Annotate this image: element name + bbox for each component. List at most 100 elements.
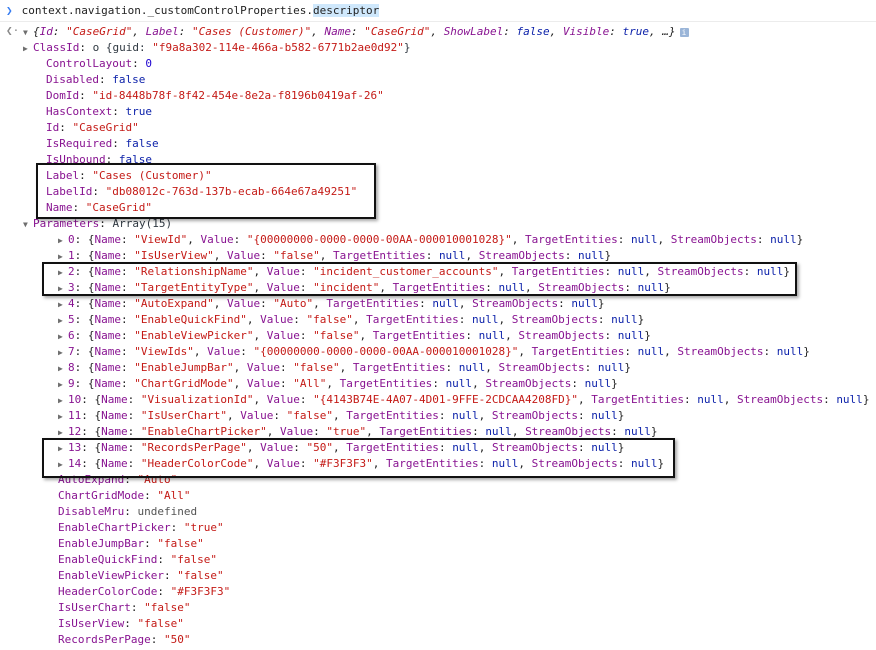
descriptor-summary[interactable]: ▼ {Id: "CaseGrid", Label: "Cases (Custome… [0, 24, 689, 40]
param-null: null [571, 297, 598, 310]
param-key: TargetEntities [372, 329, 466, 342]
expand-triangle-icon[interactable]: ▶ [23, 41, 33, 57]
property-row-classid[interactable]: ▶ ClassId: o {guid: "f9a8a302-114e-466a-b… [0, 40, 411, 56]
param-value: "Auto" [273, 297, 314, 310]
param-row-6[interactable]: ▶ 6: {Name: "EnableViewPicker", Value: "f… [0, 328, 651, 344]
param-key: Name [101, 393, 128, 406]
param-null: null [584, 377, 612, 390]
expand-triangle-icon[interactable]: ▶ [58, 393, 68, 409]
param-row-9[interactable]: ▶ 9: {Name: "ChartGridMode", Value: "All"… [0, 376, 618, 392]
param-key: Value [207, 345, 241, 358]
expand-triangle-icon[interactable]: ▶ [58, 329, 68, 345]
property-row-controllayout: ControlLayout: 0 [46, 57, 152, 70]
info-icon[interactable]: i [679, 28, 689, 37]
expand-triangle-icon[interactable]: ▶ [58, 233, 68, 249]
property-key: Disabled [46, 73, 99, 86]
parameter-value: "false" [137, 617, 184, 630]
parameter-value: "All" [157, 489, 191, 502]
param-value: "false" [293, 361, 340, 374]
collapse-triangle-icon[interactable]: ▼ [23, 25, 33, 41]
param-row-5[interactable]: ▶ 5: {Name: "EnableQuickFind", Value: "fa… [0, 312, 644, 328]
param-key: TargetEntities [346, 409, 439, 422]
param-name: "ViewIds" [134, 345, 194, 358]
param-key: Value [260, 313, 294, 326]
summary-value: false [516, 25, 550, 38]
property-key: IsRequired [46, 137, 113, 150]
param-key: Name [94, 377, 122, 390]
parameter-row-enableviewpicker: EnableViewPicker: "false" [58, 569, 224, 582]
parameter-row-isuserview: IsUserView: "false" [58, 617, 184, 630]
param-null: null [438, 249, 466, 262]
property-key: ClassId [33, 41, 80, 54]
expand-triangle-icon[interactable]: ▶ [58, 297, 68, 313]
param-name: "ChartGridMode" [134, 377, 234, 390]
summary-value: "CaseGrid" [66, 25, 133, 38]
param-null: null [578, 249, 605, 262]
param-key: StreamObjects [511, 313, 598, 326]
prompt-chevron-icon: ❯ [6, 4, 13, 17]
summary-value: true [622, 25, 650, 38]
param-row-8[interactable]: ▶ 8: {Name: "EnableJumpBar", Value: "fals… [0, 360, 631, 376]
property-row-disabled: Disabled: false [46, 73, 146, 86]
param-key: TargetEntities [591, 393, 684, 406]
param-name: "IsUserView" [134, 249, 214, 262]
expand-triangle-icon[interactable]: ▶ [58, 377, 68, 393]
expand-triangle-icon[interactable]: ▶ [58, 361, 68, 377]
param-null: null [432, 297, 459, 310]
param-name: "VisualizationId" [140, 393, 254, 406]
parameter-key: ChartGridMode [58, 489, 145, 502]
property-value: true [125, 105, 152, 118]
param-row-0[interactable]: ▶ 0: {Name: "ViewId", Value: "{00000000-0… [0, 232, 803, 248]
property-prefix: o [92, 41, 106, 54]
property-value: false [125, 137, 159, 150]
parameter-value: undefined [137, 505, 198, 518]
param-name: "EnableQuickFind" [134, 313, 247, 326]
highlight-box-relationship [42, 262, 797, 296]
param-key: StreamObjects [485, 377, 572, 390]
param-row-11[interactable]: ▶ 11: {Name: "IsUserChart", Value: "false… [0, 408, 624, 424]
expand-triangle-icon[interactable]: ▶ [58, 409, 68, 425]
expand-triangle-icon[interactable]: ▶ [58, 345, 68, 361]
param-index: 12 [68, 425, 82, 438]
highlight-box-label [36, 163, 376, 219]
console-prompt[interactable]: ❯ context.navigation._customControlProper… [6, 1, 876, 21]
param-null: null [452, 409, 479, 422]
param-null: null [445, 377, 473, 390]
property-value: 0 [145, 57, 152, 70]
param-key: StreamObjects [472, 297, 559, 310]
param-value: "false" [273, 249, 320, 262]
param-null: null [617, 329, 645, 342]
collapse-triangle-icon[interactable]: ▼ [23, 217, 33, 233]
console-divider [0, 21, 876, 22]
param-key: StreamObjects [518, 329, 605, 342]
property-value: false [112, 73, 146, 86]
param-row-7[interactable]: ▶ 7: {Name: "ViewIds", Value: "{00000000-… [0, 344, 810, 360]
param-key: Value [226, 297, 261, 310]
summary-key: Id [39, 25, 53, 38]
parameter-value: "false" [177, 569, 224, 582]
expand-triangle-icon[interactable]: ▶ [58, 313, 68, 329]
property-row-isrequired: IsRequired: false [46, 137, 159, 150]
param-name: "IsUserChart" [140, 409, 227, 422]
param-key: Name [94, 233, 122, 246]
param-key: Name [101, 409, 128, 422]
param-index: 10 [68, 393, 82, 406]
param-key: TargetEntities [352, 361, 446, 374]
parameter-key: DisableMru [58, 505, 125, 518]
param-null: null [637, 345, 665, 358]
param-key: StreamObjects [491, 409, 579, 422]
param-key: Value [266, 329, 300, 342]
param-key: StreamObjects [498, 361, 585, 374]
property-key: DomId [46, 89, 80, 102]
param-key: TargetEntities [379, 425, 473, 438]
property-row-id: Id: "CaseGrid" [46, 121, 139, 134]
prompt-selected-text: descriptor [313, 4, 380, 17]
param-row-4[interactable]: ▶ 4: {Name: "AutoExpand", Value: "Auto", … [0, 296, 605, 312]
param-index: 11 [68, 409, 82, 422]
param-key: StreamObjects [525, 425, 612, 438]
param-row-10[interactable]: ▶ 10: {Name: "VisualizationId", Value: "{… [0, 392, 869, 408]
parameter-key: EnableJumpBar [58, 537, 145, 550]
parameter-row-enablechartpicker: EnableChartPicker: "true" [58, 521, 224, 534]
summary-value: "CaseGrid" [364, 25, 431, 38]
parameter-value: "false" [170, 553, 217, 566]
